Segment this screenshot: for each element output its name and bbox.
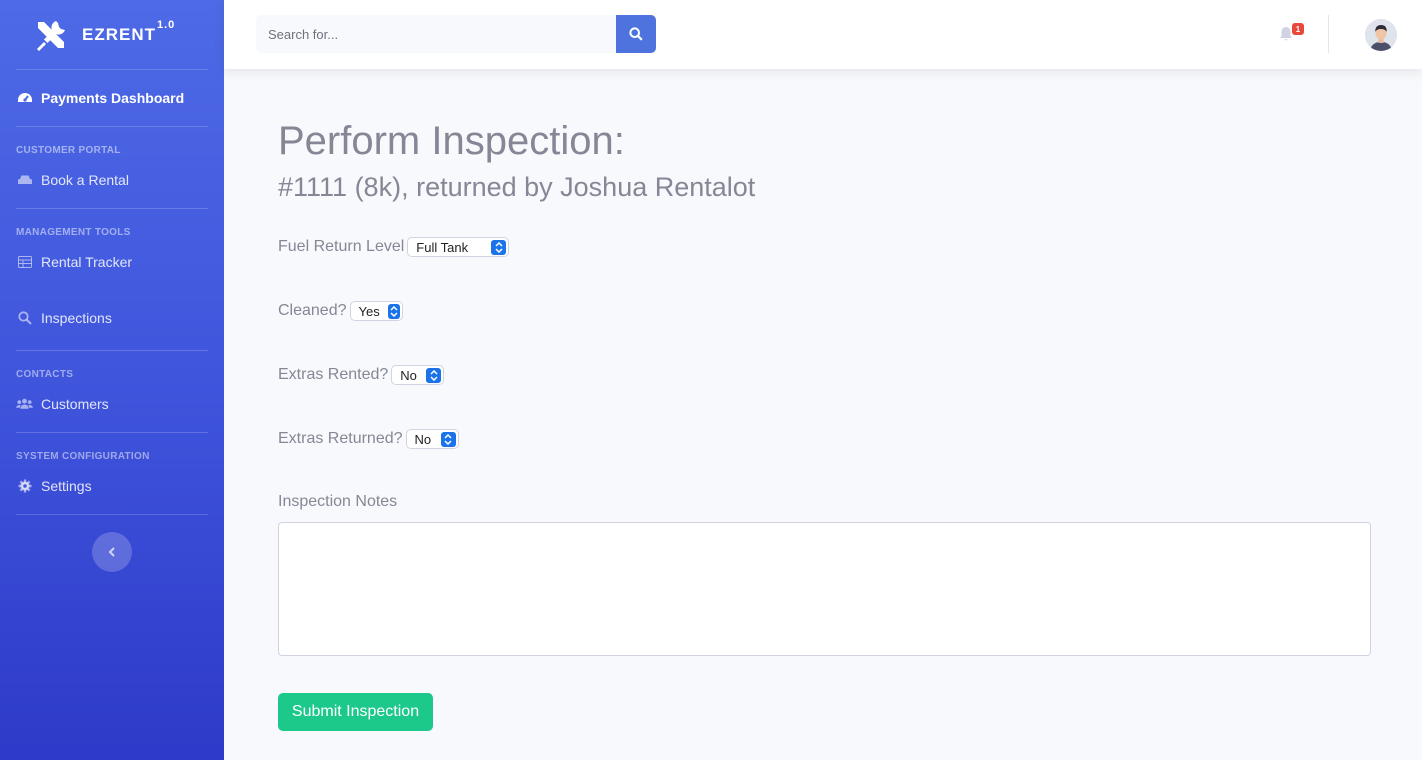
search-icon	[16, 311, 33, 325]
sidebar-item-label: Customers	[41, 396, 109, 412]
sidebar-item-label: Inspections	[41, 310, 112, 326]
select-arrows-icon	[440, 431, 456, 447]
sidebar-item-label: Payments Dashboard	[41, 90, 185, 106]
inspection-notes-textarea[interactable]	[278, 522, 1371, 656]
page-subtitle: #1111 (8k), returned by Joshua Rentalot	[278, 172, 756, 202]
fuel-level-select[interactable]: Full Tank	[407, 237, 510, 257]
search-input[interactable]	[256, 15, 616, 53]
gear-icon	[16, 479, 33, 493]
topbar-divider	[1328, 15, 1329, 53]
cleaned-row: Cleaned? Yes	[278, 300, 1372, 322]
sidebar-item-label: Rental Tracker	[41, 254, 133, 270]
sidebar-item-rental-tracker[interactable]: Rental Tracker	[0, 238, 224, 286]
tachometer-icon	[16, 91, 33, 105]
sidebar: EZRENT1.0 Payments Dashboard CUSTOMER PO…	[0, 0, 224, 760]
sidebar-item-label: Book a Rental	[41, 172, 129, 188]
cleaned-select[interactable]: Yes	[349, 301, 403, 321]
sidebar-heading-customer-portal: CUSTOMER PORTAL	[16, 145, 121, 156]
chevron-left-icon	[108, 547, 115, 557]
sidebar-item-book-rental[interactable]: Book a Rental	[0, 156, 224, 204]
extras-returned-value: No	[414, 431, 432, 447]
search-icon	[629, 27, 643, 41]
search-bar	[256, 15, 656, 53]
fuel-level-label: Fuel Return Level	[278, 238, 405, 255]
sidebar-heading-system-configuration: SYSTEM CONFIGURATION	[16, 451, 150, 462]
main-content: Perform Inspection: #1111 (8k), returned…	[278, 69, 1372, 731]
notification-badge: 1	[1292, 23, 1304, 35]
table-icon	[16, 255, 33, 269]
page-title: Perform Inspection:	[278, 119, 625, 163]
select-arrows-icon	[426, 367, 442, 383]
users-icon	[16, 397, 33, 411]
avatar[interactable]	[1365, 19, 1397, 51]
brand[interactable]: EZRENT1.0	[0, 0, 224, 69]
extras-rented-label: Extras Rented?	[278, 366, 389, 383]
select-arrows-icon	[491, 239, 507, 255]
cleaned-value: Yes	[358, 303, 380, 319]
sidebar-item-customers[interactable]: Customers	[0, 380, 224, 428]
extras-rented-row: Extras Rented? No	[278, 364, 1372, 386]
sidebar-item-payments-dashboard[interactable]: Payments Dashboard	[0, 70, 224, 126]
tools-icon	[37, 20, 65, 51]
sidebar-item-label: Settings	[41, 478, 92, 494]
extras-rented-value: No	[400, 367, 417, 383]
sidebar-heading-management-tools: MANAGEMENT TOOLS	[16, 227, 131, 238]
fuel-level-value: Full Tank	[416, 239, 469, 255]
sidebar-divider	[16, 514, 208, 515]
search-button[interactable]	[616, 15, 656, 53]
fuel-level-row: Fuel Return Level Full Tank	[278, 236, 1372, 258]
sidebar-item-inspections[interactable]: Inspections	[0, 286, 224, 350]
extras-returned-select[interactable]: No	[405, 429, 459, 449]
sidebar-toggle-button[interactable]	[92, 532, 132, 572]
sidebar-heading-contacts: CONTACTS	[16, 369, 74, 380]
user-avatar-icon	[1365, 19, 1397, 51]
car-icon	[16, 173, 33, 187]
sidebar-item-settings[interactable]: Settings	[0, 462, 224, 510]
extras-rented-select[interactable]: No	[391, 365, 445, 385]
extras-returned-row: Extras Returned? No	[278, 428, 1372, 450]
brand-name: EZRENT1.0	[82, 18, 176, 44]
inspection-notes-label: Inspection Notes	[278, 493, 398, 510]
extras-returned-label: Extras Returned?	[278, 430, 403, 447]
select-arrows-icon	[387, 303, 400, 319]
submit-inspection-button[interactable]: Submit Inspection	[278, 693, 433, 731]
topbar: 1	[224, 0, 1422, 69]
cleaned-label: Cleaned?	[278, 302, 347, 319]
